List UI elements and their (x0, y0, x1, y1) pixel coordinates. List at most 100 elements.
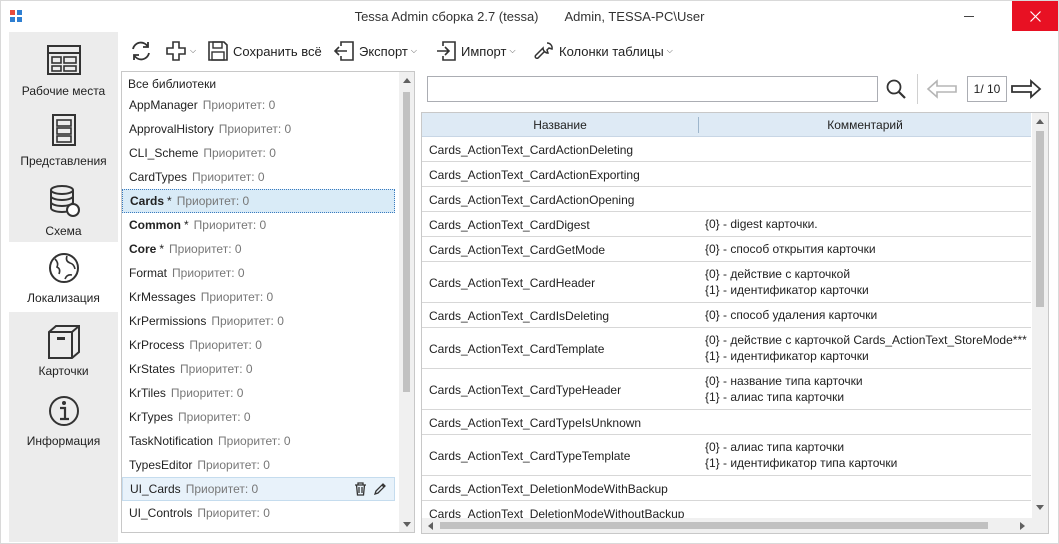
nav-item-views[interactable]: Представления (9, 105, 118, 175)
delete-icon[interactable] (354, 482, 367, 496)
scroll-down-icon[interactable] (403, 522, 411, 527)
nav-label: Рабочие места (21, 84, 106, 98)
navigation-rail: Рабочие места Представления Схема Локали… (9, 32, 118, 542)
minimize-button[interactable] (946, 1, 992, 31)
table-columns-button[interactable]: Колонки таблицы ⌵ (533, 32, 673, 70)
library-item[interactable]: UI_Controls Приоритет: 0 (122, 501, 395, 525)
comment-line: {0} - название типа карточки (705, 374, 863, 388)
next-page-icon[interactable] (1010, 79, 1042, 99)
library-item[interactable]: KrPermissions Приоритет: 0 (122, 309, 395, 333)
scroll-down-icon[interactable] (1036, 505, 1044, 510)
library-item[interactable]: TypesEditor Приоритет: 0 (122, 453, 395, 477)
table-row[interactable]: Cards_ActionText_CardTypeIsUnknown (422, 410, 1031, 435)
table-row[interactable]: Cards_ActionText_CardActionOpening (422, 187, 1031, 212)
library-item[interactable]: Cards * Приоритет: 0 (122, 189, 395, 213)
scrollbar-thumb[interactable] (440, 522, 988, 529)
library-item[interactable]: AppManager Приоритет: 0 (122, 93, 395, 117)
library-name: Format (129, 266, 168, 280)
library-name: KrMessages (129, 290, 196, 304)
close-button[interactable] (1012, 1, 1058, 31)
library-item[interactable]: UI_Cards Приоритет: 0 (122, 477, 395, 501)
library-item[interactable]: CardTypes Приоритет: 0 (122, 165, 395, 189)
library-name: KrTypes (129, 410, 174, 424)
nav-item-schema[interactable]: Схема (9, 175, 118, 245)
import-label: Импорт (461, 43, 507, 59)
import-button[interactable]: Импорт ⌵ (435, 32, 516, 70)
search-input[interactable] (427, 76, 878, 102)
table-row[interactable]: Cards_ActionText_CardGetMode {0} - способ… (422, 237, 1031, 262)
comment-line: {1} - идентификатор карточки (705, 283, 869, 297)
library-priority: Приоритет: 0 (169, 242, 242, 256)
nav-item-cards[interactable]: Карточки (9, 315, 118, 385)
scrollbar-thumb[interactable] (1036, 131, 1044, 307)
library-priority: Приоритет: 0 (170, 386, 244, 400)
library-name: TaskNotification (129, 434, 214, 448)
cell-comment: {0} - алиас типа карточки {1} - идентифик… (705, 439, 897, 471)
cell-name: Cards_ActionText_CardTypeHeader (429, 382, 622, 397)
library-item[interactable]: TaskNotification Приоритет: 0 (122, 429, 395, 453)
libraries-list[interactable]: Все библиотеки AppManager Приоритет: 0 App… (121, 71, 415, 533)
library-priority: Приоритет: 0 (189, 338, 262, 352)
scroll-left-icon[interactable] (428, 522, 433, 530)
all-libraries-header[interactable]: Все библиотеки (128, 77, 216, 91)
previous-page-icon[interactable] (926, 79, 958, 99)
cell-name: Cards_ActionText_CardActionDeleting (429, 142, 634, 157)
import-icon (437, 41, 456, 61)
library-item[interactable]: CLI_Scheme Приоритет: 0 (122, 141, 395, 165)
window-title-user: Admin, TESSA-PC\User (564, 9, 705, 24)
scroll-right-icon[interactable] (1020, 522, 1025, 530)
modified-marker: * (159, 242, 165, 256)
table-row[interactable]: Cards_ActionText_CardTemplate {0} - дейст… (422, 328, 1031, 369)
scrollbar-thumb[interactable] (403, 92, 410, 392)
table-horizontal-scrollbar[interactable] (422, 518, 1048, 533)
library-item[interactable]: KrTiles Приоритет: 0 (122, 381, 395, 405)
cell-name: Cards_ActionText_CardActionOpening (429, 192, 635, 207)
table-row[interactable]: Cards_ActionText_CardTypeHeader {0} - наз… (422, 369, 1031, 410)
library-item[interactable]: Core * Приоритет: 0 (122, 237, 395, 261)
table-row[interactable]: Cards_ActionText_DeletionModeWithBackup (422, 476, 1031, 501)
export-label: Экспорт (359, 43, 408, 59)
add-button[interactable]: ⌵ (165, 32, 196, 70)
column-header-name[interactable]: Название (422, 118, 698, 132)
divider (917, 74, 918, 104)
library-item[interactable]: Common * Приоритет: 0 (122, 213, 395, 237)
table-row[interactable]: Cards_ActionText_CardHeader {0} - действи… (422, 262, 1031, 303)
library-item[interactable]: KrStates Приоритет: 0 (122, 357, 395, 381)
nav-item-information[interactable]: Информация (9, 385, 118, 455)
library-item[interactable]: KrTypes Приоритет: 0 (122, 405, 395, 429)
library-name: Core (129, 242, 157, 256)
libraries-scrollbar[interactable] (399, 72, 414, 532)
library-priority: Приоритет: 0 (203, 146, 276, 160)
search-icon[interactable] (885, 78, 907, 100)
table-row[interactable]: Cards_ActionText_CardActionDeleting (422, 137, 1031, 162)
refresh-button[interactable] (129, 32, 153, 70)
edit-icon[interactable] (373, 482, 387, 496)
column-header-comment[interactable]: Комментарий (699, 118, 1031, 132)
table-row[interactable]: Cards_ActionText_CardIsDeleting {0} - спо… (422, 303, 1031, 328)
nav-item-workplaces[interactable]: Рабочие места (9, 35, 118, 105)
scroll-up-icon[interactable] (403, 78, 411, 83)
table-vertical-scrollbar[interactable] (1032, 113, 1048, 518)
cell-name: Cards_ActionText_CardDigest (429, 217, 590, 232)
library-item[interactable]: KrProcess Приоритет: 0 (122, 333, 395, 357)
export-button[interactable]: Экспорт ⌵ (333, 32, 417, 70)
localization-table: Название Комментарий Cards_ActionText_Ca… (421, 112, 1049, 534)
library-name: CLI_Scheme (129, 146, 199, 160)
save-all-button[interactable]: Сохранить всё (207, 32, 322, 70)
page-indicator[interactable]: 1/ 10 (967, 76, 1007, 102)
library-item[interactable]: KrMessages Приоритет: 0 (122, 285, 395, 309)
export-icon (333, 41, 354, 61)
cell-name: Cards_ActionText_CardGetMode (429, 242, 606, 257)
library-item[interactable]: ApprovalHistory Приоритет: 0 (122, 117, 395, 141)
nav-label: Локализация (27, 291, 100, 305)
table-row[interactable]: Cards_ActionText_CardTypeTemplate {0} - а… (422, 435, 1031, 476)
table-row[interactable]: Cards_ActionText_CardDigest {0} - digest … (422, 212, 1031, 237)
cell-comment: {0} - digest карточки. (705, 216, 818, 232)
library-name: ApprovalHistory (129, 122, 214, 136)
library-item[interactable]: Format Приоритет: 0 (122, 261, 395, 285)
nav-item-localization[interactable]: Локализация (9, 242, 118, 312)
table-row[interactable]: Cards_ActionText_CardActionExporting (422, 162, 1031, 187)
library-name: UI_Controls (129, 506, 193, 520)
scroll-up-icon[interactable] (1036, 119, 1044, 124)
library-priority: Приоритет: 0 (197, 458, 270, 472)
